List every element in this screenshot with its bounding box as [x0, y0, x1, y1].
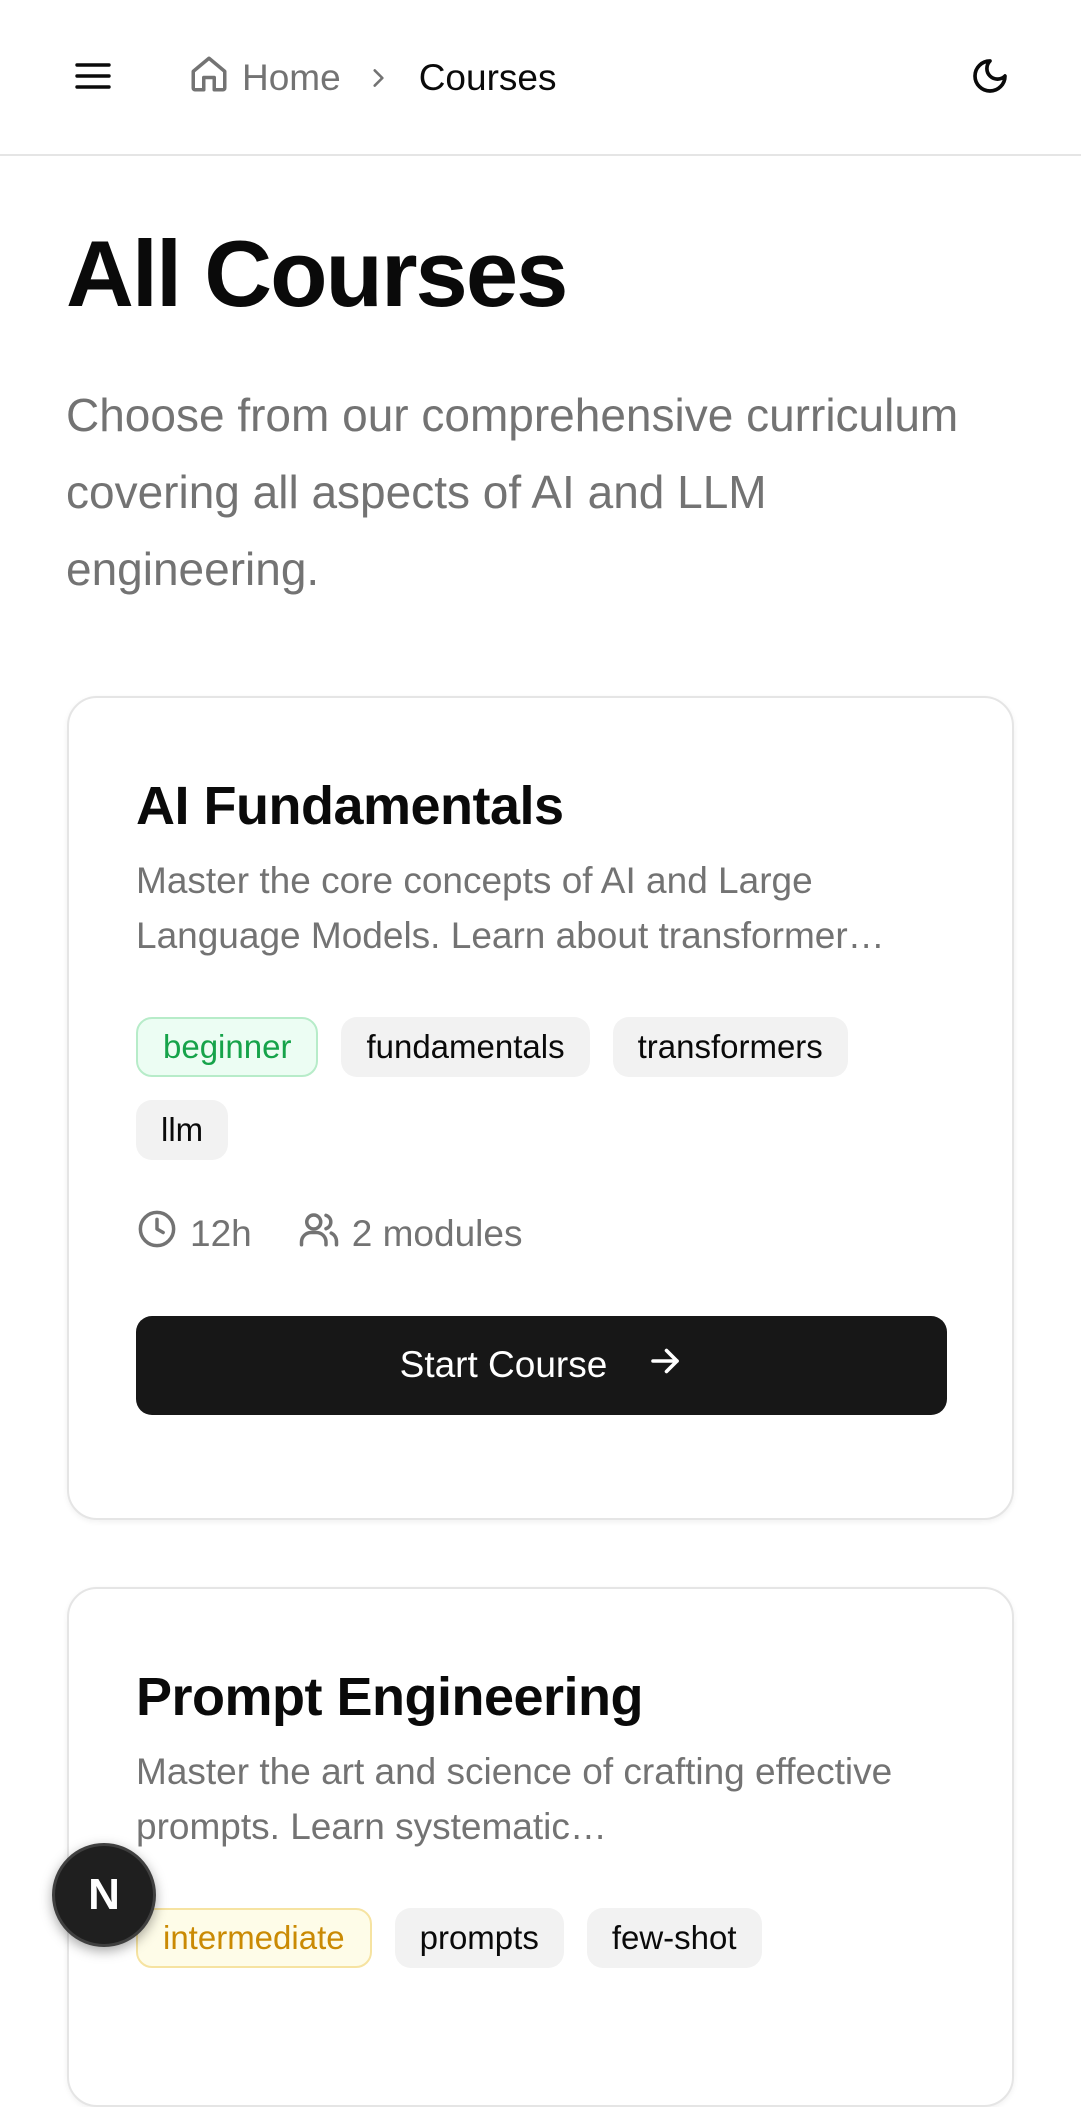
level-badge: beginner — [136, 1016, 319, 1077]
course-meta: 12h 2 modules — [136, 1208, 945, 1260]
topic-tag: transformers — [612, 1016, 848, 1077]
page-subtitle: Choose from our comprehensive curriculum… — [66, 389, 959, 595]
home-icon — [188, 53, 242, 104]
topic-tag: llm — [136, 1099, 229, 1160]
nextjs-dev-badge[interactable]: N — [52, 1843, 156, 1947]
page-title: All Courses — [66, 221, 568, 326]
theme-toggle-button[interactable] — [962, 50, 1018, 106]
topic-tag: few-shot — [586, 1907, 762, 1968]
moon-icon — [970, 56, 1010, 101]
start-course-label: Start Course — [399, 1344, 608, 1386]
course-description: Master the core concepts of AI and Large… — [136, 859, 885, 956]
course-card[interactable]: Prompt Engineering Master the art and sc… — [67, 1587, 1014, 2107]
breadcrumb-home-link[interactable]: Home — [188, 53, 341, 104]
menu-button[interactable] — [63, 53, 123, 103]
breadcrumb-current: Courses — [418, 57, 557, 98]
course-modules: 2 modules — [298, 1208, 523, 1259]
breadcrumb-home-label: Home — [242, 57, 341, 98]
users-icon — [298, 1208, 352, 1259]
course-title: AI Fundamentals — [136, 776, 564, 836]
duration-label: 12h — [190, 1212, 252, 1254]
course-title: Prompt Engineering — [136, 1667, 644, 1727]
level-badge: intermediate — [136, 1907, 372, 1968]
arrow-right-icon — [607, 1343, 683, 1388]
chevron-right-icon — [365, 65, 391, 91]
clock-icon — [136, 1208, 190, 1259]
course-duration: 12h — [136, 1208, 252, 1259]
course-tags: intermediate prompts few-shot — [136, 1907, 936, 1968]
course-card[interactable]: AI Fundamentals Master the core concepts… — [67, 696, 1014, 1520]
nextjs-logo-icon: N — [88, 1870, 120, 1919]
course-tags: beginner fundamentals transformers llm — [136, 1016, 936, 1160]
topic-tag: prompts — [394, 1907, 564, 1968]
start-course-button[interactable]: Start Course — [136, 1315, 947, 1415]
top-header: Home Courses — [0, 0, 1081, 156]
modules-label: 2 modules — [351, 1212, 523, 1254]
menu-icon — [75, 61, 111, 96]
topic-tag: fundamentals — [341, 1016, 590, 1077]
course-description: Master the art and science of crafting e… — [136, 1750, 893, 1847]
breadcrumb: Home Courses — [188, 52, 556, 104]
